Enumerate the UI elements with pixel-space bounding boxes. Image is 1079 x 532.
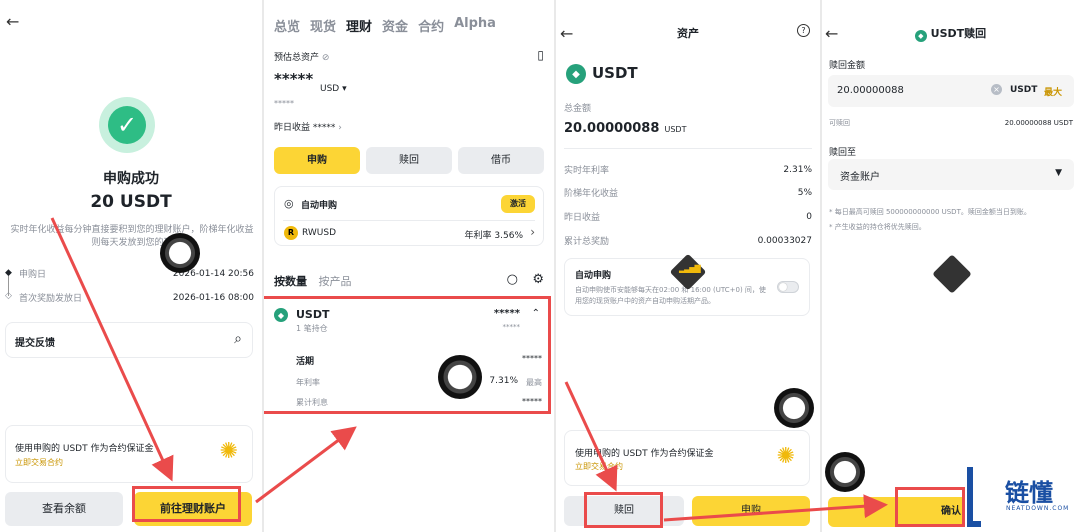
annotation-arrows: [50, 217, 888, 522]
arrow-to-confirm: [663, 494, 888, 522]
logo-site: NEATDOWN.COM: [1006, 505, 1070, 512]
arrow-to-go-earn: [50, 217, 174, 482]
arrow-to-position: [255, 426, 357, 504]
watermark-logo: 链懂 NEATDOWN.COM: [965, 465, 1079, 532]
touch-indicator: [825, 452, 865, 492]
touch-indicator: [774, 388, 814, 428]
logo-brand: 链懂: [1005, 479, 1053, 507]
logo-mark-icon: [967, 467, 981, 527]
touch-indicator: [438, 355, 482, 399]
arrow-to-redeem: [564, 381, 618, 492]
touch-indicator: [160, 233, 200, 273]
